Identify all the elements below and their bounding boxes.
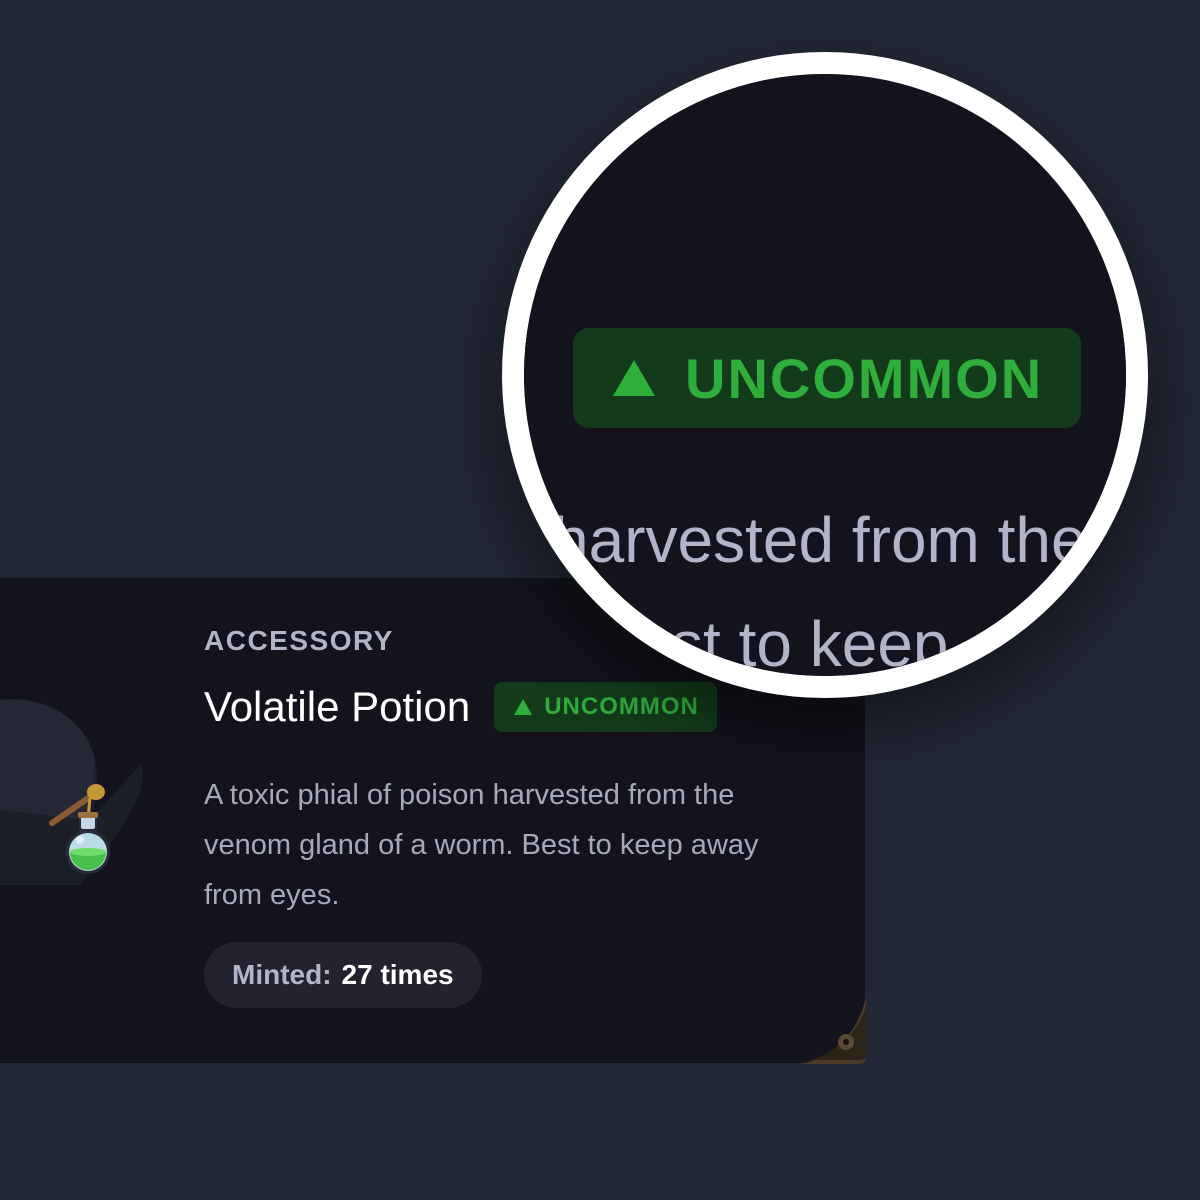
magnifier-lens: UNCOMMON harvested from the st to keep [502, 52, 1148, 698]
magnified-view: UNCOMMON harvested from the st to keep [524, 74, 1126, 676]
minted-pill: Minted: 27 times [204, 942, 482, 1008]
item-title: Volatile Potion [204, 683, 471, 730]
rarity-label: UNCOMMON [544, 693, 699, 720]
item-description: A toxic phial of poison harvested from t… [204, 779, 759, 911]
magnified-rarity-badge: UNCOMMON [573, 328, 1081, 428]
magnified-text-line-1: harvested from the [553, 504, 1087, 576]
title-row: Volatile Potion UNCOMMON [204, 682, 717, 732]
triangle-up-icon [613, 360, 655, 396]
magnified-text-line-2: st to keep [671, 608, 949, 680]
minted-label: Minted: [232, 959, 332, 990]
potion-illustration [0, 699, 144, 885]
rarity-badge: UNCOMMON [494, 682, 717, 732]
corner-ornament-icon [800, 996, 866, 1064]
minted-count: 27 times [341, 959, 454, 990]
triangle-up-icon [514, 699, 533, 715]
item-category: ACCESSORY [204, 625, 394, 656]
magnified-rarity-label: UNCOMMON [685, 346, 1044, 410]
